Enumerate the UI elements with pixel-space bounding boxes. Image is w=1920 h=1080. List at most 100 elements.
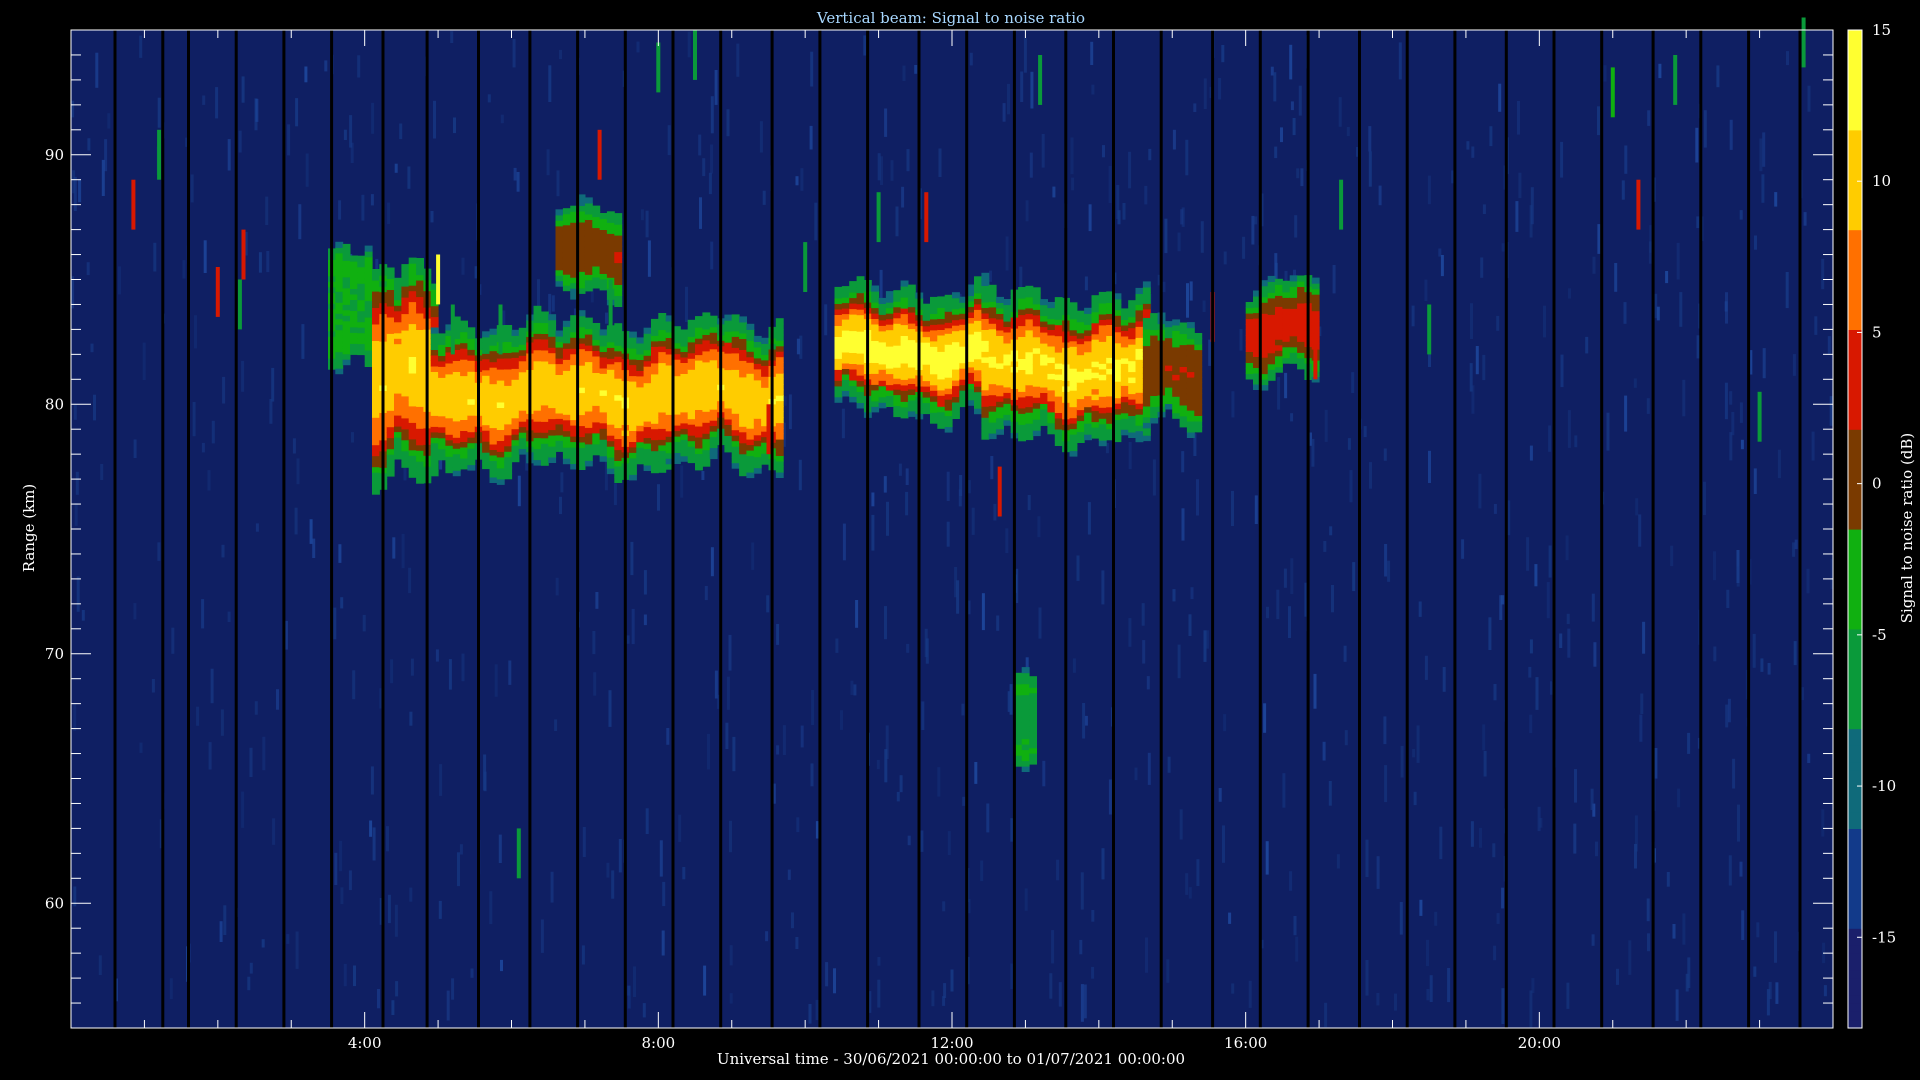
echo-cell <box>606 385 615 392</box>
noise-cell <box>877 957 881 966</box>
echo-cell <box>372 483 380 490</box>
noise-cell <box>969 52 973 66</box>
noise-cell <box>643 614 647 626</box>
echo-cell <box>606 260 615 267</box>
echo-cell <box>606 336 615 343</box>
echo-cell <box>695 420 703 427</box>
echo-cell <box>996 428 1004 435</box>
echo-cell <box>885 351 894 358</box>
data-gap <box>1651 30 1655 1028</box>
echo-cell <box>1084 401 1092 408</box>
echo-cell <box>386 443 395 450</box>
colorbar-segment <box>1848 786 1862 796</box>
noise-cell <box>1766 989 1770 1016</box>
echo-cell <box>1076 327 1085 334</box>
echo-cell <box>562 430 571 437</box>
echo-cell <box>416 450 424 457</box>
echo-cell <box>489 334 498 341</box>
noise-cell <box>201 442 205 453</box>
echo-cell <box>658 357 667 364</box>
echo-cell <box>1003 370 1012 377</box>
echo-cell <box>1069 351 1078 358</box>
echo-cell <box>1032 413 1041 420</box>
colorbar-segment <box>1848 994 1862 1004</box>
echo-cell <box>386 459 395 466</box>
echo-cell <box>592 227 601 234</box>
colorbar-segment <box>1848 845 1862 854</box>
echo-cell <box>893 295 902 302</box>
echo-cell <box>724 407 733 414</box>
echo-cell <box>540 432 549 439</box>
echo-cell <box>416 263 424 270</box>
noise-cell <box>902 65 906 81</box>
echo-cell <box>1098 335 1107 342</box>
echo-cell <box>1128 360 1137 367</box>
echo-cell <box>1098 374 1107 381</box>
echo-cell <box>1084 428 1092 435</box>
echo-cell <box>1047 340 1056 347</box>
echo-cell <box>1135 359 1144 366</box>
echo-cell <box>1120 396 1129 403</box>
echo-cell <box>540 454 549 461</box>
echo-cell <box>364 349 373 356</box>
echo-cell <box>386 432 395 439</box>
echo-cell <box>658 422 667 429</box>
noise-cell <box>1351 372 1355 393</box>
echo-cell <box>540 448 549 455</box>
echo-cell <box>658 351 667 358</box>
echo-cell <box>680 389 689 396</box>
echo-cell <box>1142 405 1151 412</box>
echo-cell <box>533 311 542 318</box>
echo-cell <box>651 379 659 386</box>
echo-cell <box>592 323 601 330</box>
echo-cell <box>606 380 615 387</box>
echo-cell <box>1282 286 1291 293</box>
echo-cell <box>1179 328 1188 335</box>
echo-cell <box>922 369 931 376</box>
echo-cell <box>1135 337 1144 344</box>
echo-cell <box>687 413 696 420</box>
echo-cell <box>702 405 711 412</box>
echo-cell <box>731 380 740 387</box>
echo-cell <box>1245 324 1254 331</box>
echo-cell <box>518 371 527 378</box>
echo-cell <box>394 387 402 394</box>
noise-cell <box>1756 922 1760 938</box>
echo-cell <box>1150 324 1159 331</box>
echo-cell <box>1084 423 1092 430</box>
echo-cell <box>614 224 623 231</box>
echo-cell <box>1289 357 1298 364</box>
echo-cell <box>1029 681 1037 688</box>
echo-cell <box>416 417 424 424</box>
echo-cell <box>460 397 468 404</box>
echo-cell <box>401 368 410 375</box>
echo-cell <box>504 456 513 463</box>
echo-cell <box>386 333 395 340</box>
echo-cell <box>555 264 564 271</box>
noise-cell <box>76 576 80 612</box>
echo-cell <box>885 324 894 331</box>
echo-cell <box>900 313 909 320</box>
noise-cell <box>1806 568 1810 594</box>
noise-cell <box>1483 751 1487 777</box>
echo-cell <box>1120 379 1129 386</box>
echo-cell <box>364 311 373 318</box>
echo-cell <box>1164 397 1173 404</box>
noise-cell <box>1147 752 1151 785</box>
echo-cell <box>1164 343 1173 350</box>
echo-cell <box>1040 375 1048 382</box>
echo-cell <box>907 301 916 308</box>
echo-cell <box>1025 434 1034 441</box>
noise-cell <box>905 491 909 516</box>
echo-cell <box>555 231 564 238</box>
noise-cell <box>1501 988 1505 1024</box>
echo-cell <box>885 379 894 386</box>
echo-cell <box>599 367 608 374</box>
echo-cell <box>687 418 696 425</box>
noise-cell <box>1427 175 1431 205</box>
echo-cell <box>922 309 931 316</box>
echo-cell <box>592 361 601 368</box>
echo-cell <box>1054 423 1063 430</box>
echo-cell <box>342 337 351 344</box>
echo-cell <box>460 320 468 327</box>
